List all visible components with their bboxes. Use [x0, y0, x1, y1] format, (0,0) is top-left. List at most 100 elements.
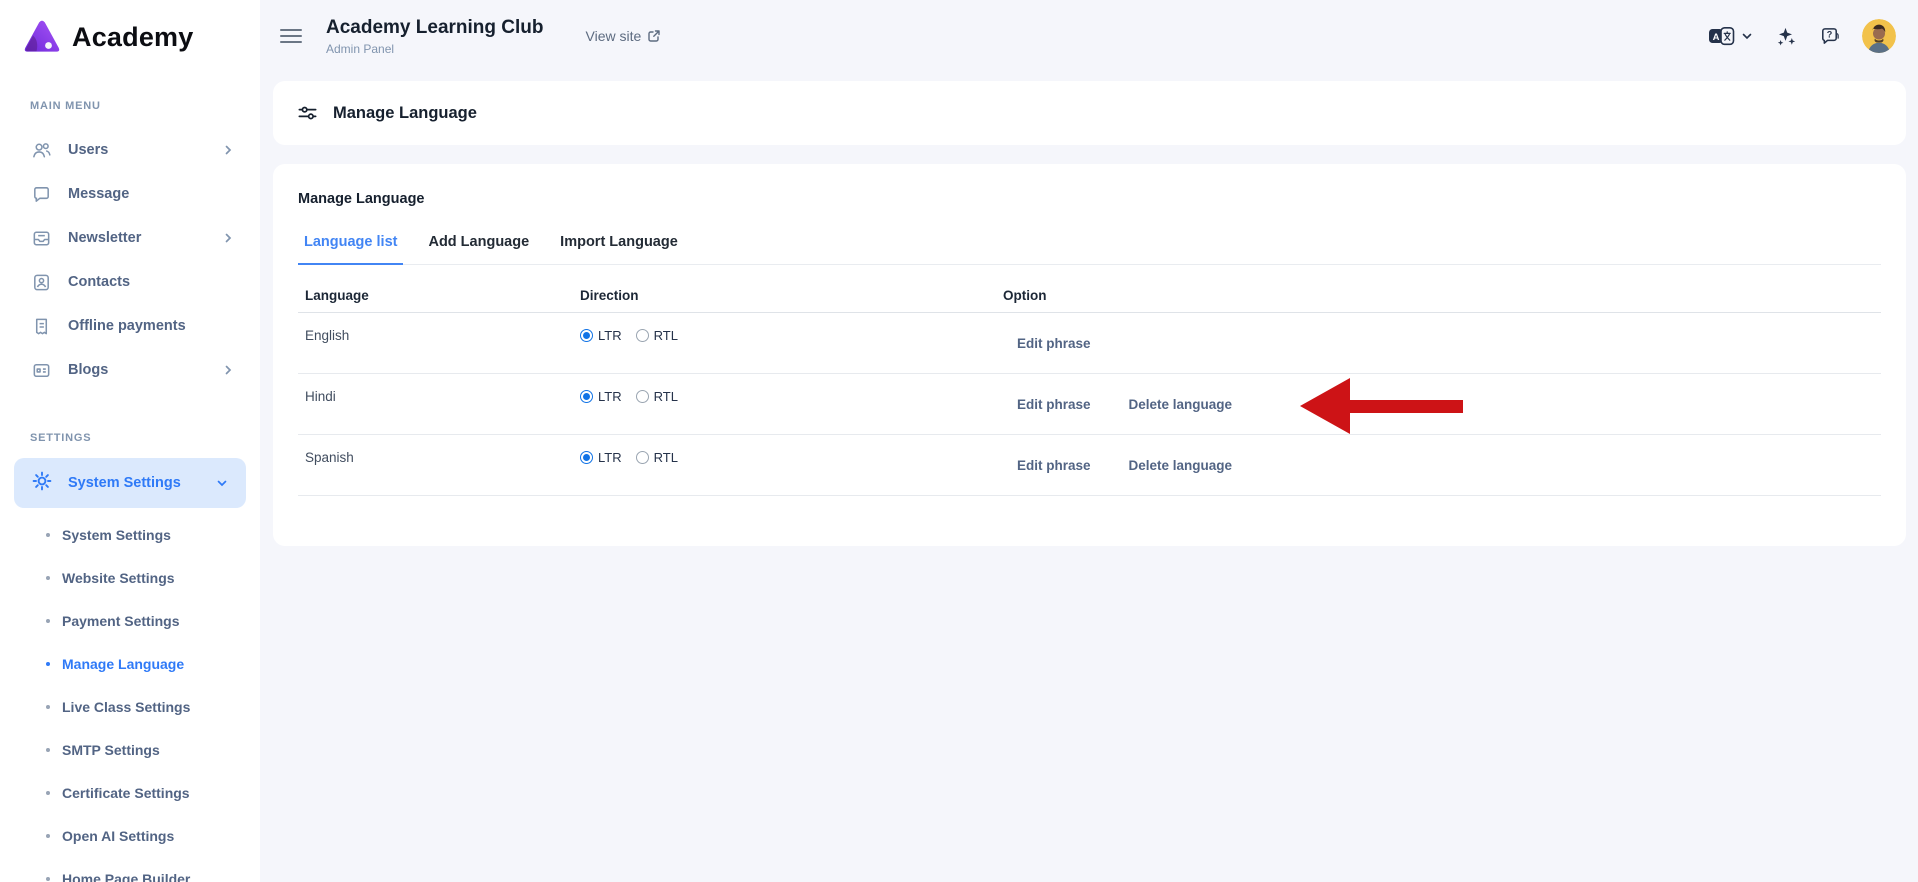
sidebar-item-label: Users	[68, 142, 108, 158]
translate-icon: A	[1708, 25, 1735, 48]
edit-phrase-link[interactable]: Edit phrase	[1017, 336, 1091, 351]
sidebar-item-newsletter[interactable]: Newsletter	[0, 216, 260, 260]
sidebar-subitem-certificate-settings[interactable]: Certificate Settings	[0, 771, 260, 814]
radio-label: LTR	[598, 389, 622, 404]
sidebar: Academy MAIN MENU Users MessageNewsletter…	[0, 0, 260, 882]
tab-language-list[interactable]: Language list	[298, 234, 403, 265]
ltr-radio[interactable]: LTR	[580, 389, 622, 404]
chevron-right-icon	[222, 232, 234, 244]
edit-phrase-link[interactable]: Edit phrase	[1017, 458, 1091, 473]
brand-logo[interactable]: Academy	[22, 14, 260, 60]
sidebar-subitem-label: Website Settings	[62, 570, 175, 586]
sidebar-subitem-smtp-settings[interactable]: SMTP Settings	[0, 728, 260, 771]
sidebar-subitem-open-ai-settings[interactable]: Open AI Settings	[0, 814, 260, 857]
gear-icon	[31, 470, 53, 497]
ai-sparkles-icon[interactable]	[1774, 25, 1797, 48]
sidebar-main-menu: Users MessageNewsletter Contacts Offline pa…	[0, 128, 260, 392]
hamburger-menu-icon[interactable]	[280, 25, 302, 47]
message-icon	[30, 183, 52, 205]
sidebar-item-contacts[interactable]: Contacts	[0, 260, 260, 304]
users-icon	[30, 139, 52, 161]
sidebar-subitem-label: Open AI Settings	[62, 828, 174, 844]
ltr-radio[interactable]: LTR	[580, 450, 622, 465]
svg-text:?: ?	[1827, 29, 1833, 39]
direction-cell: LTR RTL	[580, 450, 1003, 465]
sidebar-subitem-home-page-builder[interactable]: Home Page Builder	[0, 857, 260, 882]
delete-language-link[interactable]: Delete language	[1129, 397, 1233, 412]
sidebar-item-system-settings-parent[interactable]: System Settings	[14, 458, 246, 508]
site-title: Academy Learning Club	[326, 17, 544, 39]
direction-cell: LTR RTL	[580, 389, 1003, 404]
arrow-shaft	[1350, 400, 1463, 413]
contacts-icon	[30, 271, 52, 293]
sidebar-subitem-label: Live Class Settings	[62, 699, 190, 715]
sidebar-subitem-label: Certificate Settings	[62, 785, 190, 801]
language-name: English	[298, 328, 580, 343]
ltr-radio[interactable]: LTR	[580, 328, 622, 343]
sidebar-item-label: Offline payments	[68, 318, 186, 334]
edit-phrase-link[interactable]: Edit phrase	[1017, 397, 1091, 412]
chevron-right-icon	[222, 144, 234, 156]
rtl-radio[interactable]: RTL	[636, 450, 678, 465]
main-area: Academy Learning Club Admin Panel View s…	[260, 0, 1918, 882]
help-chat-icon[interactable]: ?	[1818, 25, 1841, 48]
site-title-block: Academy Learning Club Admin Panel	[326, 17, 544, 56]
sidebar-item-users[interactable]: Users	[0, 128, 260, 172]
sidebar-subitem-live-class-settings[interactable]: Live Class Settings	[0, 685, 260, 728]
bullet-dot	[46, 576, 50, 580]
language-switcher[interactable]: A	[1708, 25, 1753, 48]
user-avatar[interactable]	[1862, 19, 1896, 53]
sidebar-subitem-manage-language[interactable]: Manage Language	[0, 642, 260, 685]
rtl-radio-button[interactable]	[636, 390, 649, 403]
external-link-icon	[647, 29, 661, 43]
option-cell: Edit phrase	[1003, 336, 1881, 351]
brand-name: Academy	[72, 22, 193, 53]
bullet-dot	[46, 662, 50, 666]
sidebar-item-offline-payments[interactable]: Offline payments	[0, 304, 260, 348]
sidebar-section-main-menu: MAIN MENU	[30, 100, 260, 112]
rtl-radio[interactable]: RTL	[636, 389, 678, 404]
language-name: Hindi	[298, 389, 580, 404]
sidebar-item-label: Blogs	[68, 362, 108, 378]
chevron-down-icon	[216, 477, 228, 489]
rtl-radio[interactable]: RTL	[636, 328, 678, 343]
card-title: Manage Language	[298, 164, 1881, 207]
ltr-radio-button[interactable]	[580, 390, 593, 403]
sidebar-subitem-system-settings[interactable]: System Settings	[0, 513, 260, 556]
view-site-label: View site	[586, 28, 642, 44]
sidebar-subitem-payment-settings[interactable]: Payment Settings	[0, 599, 260, 642]
tab-import-language[interactable]: Import Language	[554, 234, 684, 264]
bullet-dot	[46, 619, 50, 623]
sidebar-item-blogs[interactable]: Blogs	[0, 348, 260, 392]
sidebar-item-message[interactable]: Message	[0, 172, 260, 216]
blogs-icon	[30, 359, 52, 381]
sidebar-settings-submenu: System Settings Website Settings Payment S…	[0, 513, 260, 882]
sidebar-section-settings: SETTINGS	[30, 432, 260, 444]
header-actions: A ?	[1708, 19, 1896, 53]
sidebar-item-label: Contacts	[68, 274, 130, 290]
sidebar-subitem-website-settings[interactable]: Website Settings	[0, 556, 260, 599]
ltr-radio-button[interactable]	[580, 451, 593, 464]
page-title: Manage Language	[333, 104, 477, 123]
column-header-language: Language	[298, 288, 580, 303]
rtl-radio-button[interactable]	[636, 451, 649, 464]
option-cell: Edit phrase Delete language	[1003, 376, 1881, 432]
chevron-down-icon	[1741, 30, 1753, 42]
sidebar-subitem-label: Home Page Builder	[62, 871, 190, 882]
arrow-head	[1300, 378, 1350, 434]
academy-logo-icon	[22, 18, 62, 56]
radio-label: LTR	[598, 450, 622, 465]
tab-add-language[interactable]: Add Language	[422, 234, 535, 264]
offline-payments-icon	[30, 315, 52, 337]
newsletter-icon	[30, 227, 52, 249]
site-subtitle: Admin Panel	[326, 42, 544, 56]
view-site-link[interactable]: View site	[586, 28, 662, 44]
radio-label: RTL	[654, 389, 678, 404]
delete-language-link[interactable]: Delete language	[1129, 458, 1233, 473]
ltr-radio-button[interactable]	[580, 329, 593, 342]
rtl-radio-button[interactable]	[636, 329, 649, 342]
bullet-dot	[46, 791, 50, 795]
table-body: EnglishLTRRTLEdit phraseHindiLTRRTLEdit …	[298, 313, 1881, 496]
top-header: Academy Learning Club Admin Panel View s…	[260, 0, 1918, 72]
radio-label: RTL	[654, 328, 678, 343]
